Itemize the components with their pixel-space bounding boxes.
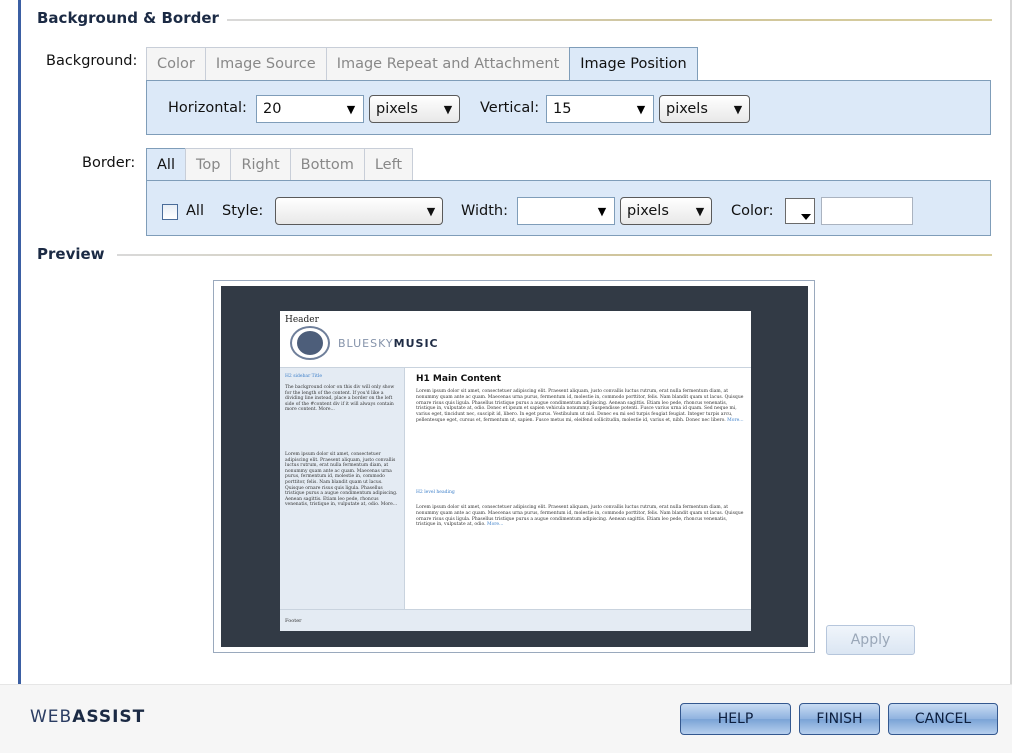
tab-image-position[interactable]: Image Position [569, 47, 698, 80]
tab-border-top[interactable]: Top [184, 148, 232, 181]
border-width-combo[interactable]: ▼ [517, 197, 615, 225]
cancel-button[interactable]: CANCEL [888, 703, 998, 735]
preview-main-para1: Lorem ipsum dolor sit amet, consectetuer… [416, 389, 746, 424]
border-color-picker[interactable] [785, 198, 815, 224]
preview-main-para1-text: Lorem ipsum dolor sit amet, consectetuer… [416, 389, 744, 423]
preview-sidebar-para2: Lorem ipsum dolor sit amet, consectetuer… [285, 452, 398, 508]
tab-border-bottom[interactable]: Bottom [289, 148, 365, 181]
background-label: Background: [46, 53, 138, 69]
vertical-label: Vertical: [480, 100, 540, 116]
tab-border-left[interactable]: Left [363, 148, 414, 181]
chevron-down-icon [801, 214, 811, 220]
preview-main-title: H1 Main Content [416, 374, 501, 384]
left-gutter [0, 0, 20, 752]
tab-image-source[interactable]: Image Source [204, 47, 327, 80]
border-all-checkbox[interactable] [162, 204, 178, 220]
preview-frame: Header BLUESKYMUSIC H2 sidebar Title The… [213, 280, 815, 653]
tab-image-repeat-attachment[interactable]: Image Repeat and Attachment [325, 47, 571, 80]
preview-more-link: More... [486, 522, 504, 528]
preview-sidebar-title: H2 sidebar Title [285, 374, 323, 379]
preview-footer-text: Footer [285, 618, 302, 624]
preview-canvas: Header BLUESKYMUSIC H2 sidebar Title The… [221, 286, 808, 647]
horizontal-combo[interactable]: 20 ▼ [256, 95, 364, 123]
chevron-down-icon: ▼ [733, 102, 743, 116]
section-divider [225, 19, 992, 21]
logo-badge-icon [297, 331, 323, 355]
preview-sidebar: H2 sidebar Title The background color on… [280, 368, 405, 609]
chevron-down-icon: ▼ [426, 204, 436, 218]
horizontal-unit-select[interactable]: pixels ▼ [369, 95, 460, 123]
preview-more-link: More... [727, 417, 744, 423]
tab-border-right[interactable]: Right [230, 148, 291, 181]
chevron-down-icon: ▼ [443, 102, 453, 116]
preview-main-para2: Lorem ipsum dolor sit amet, consectetuer… [416, 505, 746, 528]
horizontal-unit-value: pixels [376, 101, 418, 117]
border-width-unit-value: pixels [627, 203, 669, 219]
preview-main-para2-text: Lorem ipsum dolor sit amet, consectetuer… [416, 505, 744, 528]
help-button[interactable]: HELP [680, 703, 791, 735]
tab-border-all[interactable]: All [146, 148, 186, 181]
horizontal-label: Horizontal: [168, 100, 247, 116]
preview-footer: Footer [280, 609, 751, 631]
preview-header-text: Header [285, 315, 319, 325]
border-label: Border: [82, 155, 136, 171]
border-all-label: All [186, 203, 204, 219]
webassist-logo: WEBASSIST [30, 707, 145, 727]
tab-color[interactable]: Color [146, 47, 206, 80]
preview-header: Header BLUESKYMUSIC [280, 311, 751, 368]
vertical-unit-select[interactable]: pixels ▼ [659, 95, 750, 123]
chevron-down-icon: ▼ [695, 204, 705, 218]
background-tabs: Color Image Source Image Repeat and Atta… [146, 47, 698, 80]
section-title-background-border: Background & Border [37, 9, 227, 27]
border-width-unit-select[interactable]: pixels ▼ [620, 197, 712, 225]
vertical-unit-value: pixels [666, 101, 708, 117]
finish-button[interactable]: FINISH [799, 703, 880, 735]
chevron-down-icon: ▼ [597, 204, 607, 218]
apply-button[interactable]: Apply [826, 625, 915, 655]
brand-light: WEB [30, 707, 73, 727]
preview-sidebar-para1: The background color on this div will on… [285, 385, 395, 413]
border-tabs: All Top Right Bottom Left [146, 148, 414, 181]
border-color-input[interactable] [821, 197, 913, 225]
preview-page: Header BLUESKYMUSIC H2 sidebar Title The… [280, 311, 751, 631]
border-style-select[interactable]: ▼ [275, 197, 443, 225]
brand-bold: ASSIST [72, 707, 146, 727]
logo-text-light: BLUESKY [338, 337, 394, 350]
vertical-value: 15 [553, 101, 572, 117]
width-label: Width: [461, 203, 509, 219]
preview-main-h2: H2 level heading [416, 490, 455, 495]
chevron-down-icon: ▼ [346, 102, 356, 116]
section-title-preview: Preview [37, 245, 113, 263]
horizontal-value: 20 [263, 101, 282, 117]
vertical-combo[interactable]: 15 ▼ [546, 95, 654, 123]
logo-text-bold: MUSIC [393, 337, 439, 350]
chevron-down-icon: ▼ [636, 102, 646, 116]
section-divider [117, 254, 992, 256]
preview-logo-text: BLUESKYMUSIC [338, 337, 439, 350]
style-label: Style: [222, 203, 264, 219]
color-label: Color: [731, 203, 774, 219]
